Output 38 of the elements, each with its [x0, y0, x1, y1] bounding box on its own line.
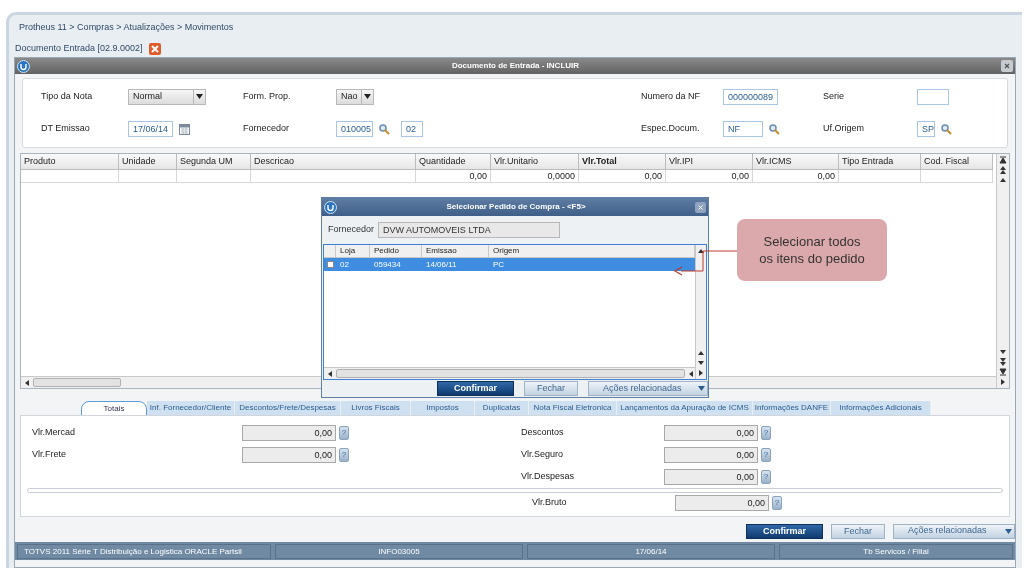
field-label: Form. Prop. [243, 89, 292, 103]
value-field: 0,00 [664, 425, 758, 441]
table-cell-text: 14/06/11 [425, 258, 458, 271]
table-cell: 0,00 [416, 170, 491, 183]
field-label: Espec.Docum. [641, 122, 701, 136]
field-label: Vlr.Seguro [521, 448, 565, 462]
field-label: Vlr.Frete [32, 448, 67, 462]
field-label: Vlr.Bruto [532, 496, 568, 510]
field-label: Numero da NF [641, 89, 702, 103]
status-text: 17/06/14 [527, 543, 775, 559]
dialog-title: Selecionar Pedido de Compra - <F5> [445, 201, 587, 213]
table-cell: 0,00 [666, 170, 753, 183]
field-label: Fornecedor [243, 122, 291, 136]
table-cell: 0,00 [753, 170, 839, 183]
value-field: 0,00 [242, 425, 336, 441]
value-field: 0,00 [242, 447, 336, 463]
field-label: Vlr.Despesas [521, 470, 576, 484]
field-label: Vlr.Mercad [32, 426, 76, 440]
callout: Selecionar todos os itens do pedido [737, 219, 887, 281]
field-label: Serie [823, 89, 845, 103]
table-cell: 0,0000 [491, 170, 579, 183]
window-title: Documento de Entrada - INCLUIR [450, 60, 581, 72]
breadcrumb: Protheus 11 > Compras > Atualizações > Movimentos [19, 21, 234, 35]
table-cell: 0,00 [579, 170, 666, 183]
value-field: 0,00 [675, 495, 769, 511]
field-label: Tipo da Nota [41, 89, 94, 103]
value-field: 0,00 [664, 469, 758, 485]
status-text: TOTVS 2011 Série T Distribuição e Logistica ORACLE Partsil [17, 543, 271, 559]
table-cell-text: 02 [339, 258, 350, 271]
status-text: INFO03005 [275, 543, 523, 559]
table-cell-text: 059434 [373, 258, 402, 271]
status-text: Tb Servicos / Filial [779, 543, 1013, 559]
field-label: DT Emissao [41, 122, 91, 136]
value-field: 0,00 [664, 447, 758, 463]
field-label: Descontos [521, 426, 565, 440]
field-label: Uf.Origem [823, 122, 865, 136]
table-cell-text: PC [492, 258, 506, 271]
field-label: Fornecedor [328, 223, 375, 237]
